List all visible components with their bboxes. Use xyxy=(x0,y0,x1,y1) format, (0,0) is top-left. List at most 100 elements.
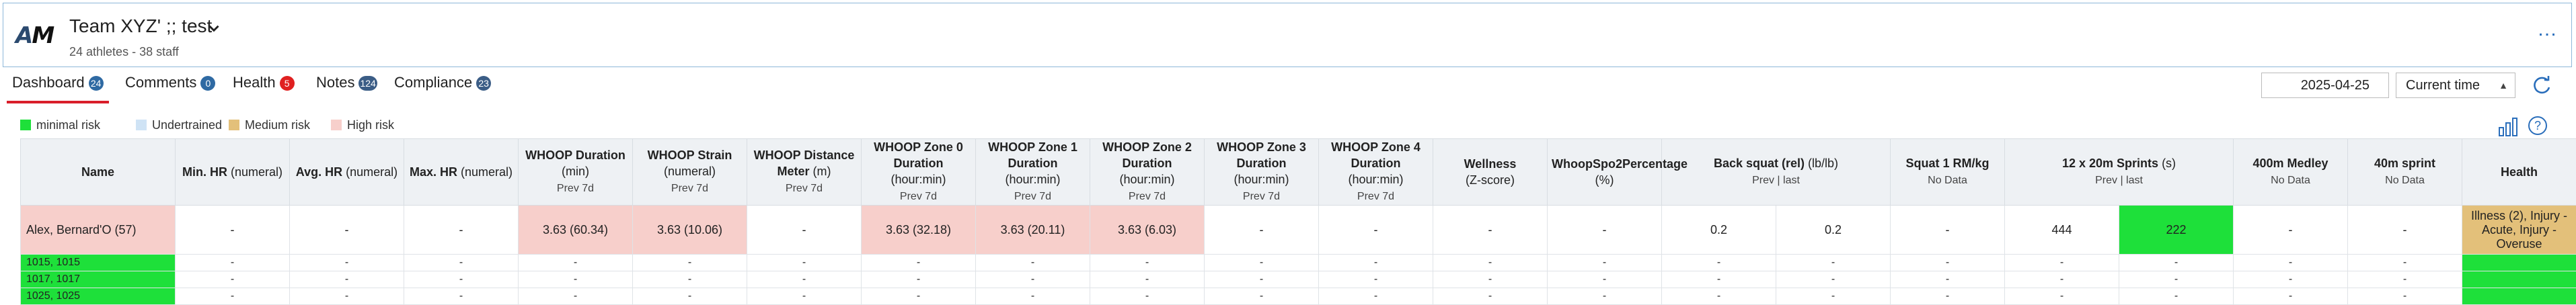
select-arrows-icon: ▲ xyxy=(2499,73,2508,97)
col-header-400m-medley[interactable]: 400m MedleyNo Data xyxy=(2234,139,2348,206)
col-header-squat-1rm[interactable]: Squat 1 RM/kgNo Data xyxy=(1891,139,2005,206)
col-header-name[interactable]: Name xyxy=(21,139,176,206)
table-row: 1025, 1025 - - - - - - - - - - - - - - -… xyxy=(21,288,2576,305)
athlete-name[interactable]: 1017, 1017 xyxy=(21,271,176,288)
table-cell: - xyxy=(404,206,519,255)
logo-letter-m: M xyxy=(32,22,53,49)
tab-compliance[interactable]: Compliance23 xyxy=(394,70,491,101)
table-cell: - xyxy=(404,271,519,288)
col-header-whoop-distance[interactable]: WHOOP Distance Meter (m)Prev 7d xyxy=(747,139,862,206)
team-subtitle: 24 athletes - 38 staff xyxy=(69,45,179,59)
bar-chart-icon[interactable] xyxy=(2497,116,2520,137)
tab-badge: 5 xyxy=(280,76,295,91)
team-title[interactable]: Team XYZ' ;; test xyxy=(69,15,212,37)
legend-swatch xyxy=(136,120,147,130)
col-header-whoop-spo2[interactable]: WhoopSpo2Percentage(%) xyxy=(1548,139,1662,206)
col-header-whoop-zone3[interactable]: WHOOP Zone 3 Duration (hour:min)Prev 7d xyxy=(1205,139,1319,206)
table-cell: - xyxy=(519,271,633,288)
col-header-whoop-strain[interactable]: WHOOP Strain(numeral)Prev 7d xyxy=(633,139,747,206)
more-options-icon[interactable]: … xyxy=(2537,18,2558,41)
table-cell: - xyxy=(2234,288,2348,305)
legend-label: High risk xyxy=(347,118,394,132)
table-cell: - xyxy=(747,271,862,288)
help-icon[interactable]: ? xyxy=(2528,116,2548,136)
col-header-whoop-zone1[interactable]: WHOOP Zone 1 Duration (hour:min)Prev 7d xyxy=(976,139,1090,206)
table-cell: - xyxy=(976,255,1090,271)
legend-item: High risk xyxy=(331,118,394,132)
legend-item: minimal risk xyxy=(20,118,100,132)
time-mode-select[interactable]: Current time ▲ xyxy=(2396,73,2515,98)
col-header-health[interactable]: Health xyxy=(2462,139,2576,206)
app-logo[interactable]: AM xyxy=(15,22,53,49)
table-cell: - xyxy=(2234,255,2348,271)
table-cell: - xyxy=(404,255,519,271)
table-cell: - xyxy=(2234,271,2348,288)
table-cell: - xyxy=(2005,255,2119,271)
table-cell: - xyxy=(1319,255,1433,271)
tab-health[interactable]: Health5 xyxy=(233,70,295,101)
col-header-40m-sprint[interactable]: 40m sprintNo Data xyxy=(2348,139,2462,206)
table-cell: 3.63 (20.11) xyxy=(976,206,1090,255)
time-mode-value: Current time xyxy=(2406,78,2480,93)
tab-label: Comments xyxy=(125,74,196,91)
table-cell: 0.2 xyxy=(1776,206,1891,255)
col-header-whoop-zone4[interactable]: WHOOP Zone 4 Duration (hour:min)Prev 7d xyxy=(1319,139,1433,206)
legend-label: minimal risk xyxy=(36,118,100,132)
table-cell: - xyxy=(633,271,747,288)
table-header-row: Name Min. HR (numeral) Avg. HR (numeral)… xyxy=(21,139,2576,206)
legend-label: Undertrained xyxy=(152,118,222,132)
table-cell: - xyxy=(404,288,519,305)
chevron-down-icon[interactable] xyxy=(206,21,221,36)
col-header-wellness[interactable]: Wellness(Z-score) xyxy=(1433,139,1548,206)
col-header-whoop-zone2[interactable]: WHOOP Zone 2 Duration (hour:min)Prev 7d xyxy=(1090,139,1205,206)
table-row: Alex, Bernard'O (57) - - - 3.63 (60.34) … xyxy=(21,206,2576,255)
legend-swatch xyxy=(229,120,239,130)
col-header-max-hr[interactable]: Max. HR (numeral) xyxy=(404,139,519,206)
table-cell: - xyxy=(2348,255,2462,271)
tab-label: Compliance xyxy=(394,74,472,91)
table-cell: - xyxy=(2119,255,2234,271)
health-cell[interactable] xyxy=(2462,271,2576,288)
table-cell: - xyxy=(1662,255,1776,271)
table-cell: - xyxy=(176,255,290,271)
table-cell: - xyxy=(290,271,404,288)
athlete-name[interactable]: 1025, 1025 xyxy=(21,288,176,305)
table-cell: - xyxy=(2234,206,2348,255)
refresh-icon[interactable] xyxy=(2530,74,2553,97)
table-cell: - xyxy=(2348,288,2462,305)
table-cell: - xyxy=(1776,255,1891,271)
tab-dashboard[interactable]: Dashboard24 xyxy=(7,70,109,103)
athlete-name[interactable]: 1015, 1015 xyxy=(21,255,176,271)
col-header-whoop-zone0[interactable]: WHOOP Zone 0 Duration (hour:min)Prev 7d xyxy=(862,139,976,206)
table-cell: - xyxy=(2348,206,2462,255)
health-cell[interactable]: Illness (2), Injury - Acute, Injury - Ov… xyxy=(2462,206,2576,255)
date-picker[interactable]: 2025-04-25 xyxy=(2261,73,2389,98)
table-cell: 3.63 (32.18) xyxy=(862,206,976,255)
table-cell: 3.63 (6.03) xyxy=(1090,206,1205,255)
athlete-name[interactable]: Alex, Bernard'O (57) xyxy=(21,206,176,255)
legend-swatch xyxy=(331,120,342,130)
table-cell: - xyxy=(1433,255,1548,271)
table-cell: - xyxy=(1548,288,1662,305)
health-cell[interactable] xyxy=(2462,255,2576,271)
col-header-whoop-duration[interactable]: WHOOP Duration(min)Prev 7d xyxy=(519,139,633,206)
table-cell: - xyxy=(747,288,862,305)
tab-comments[interactable]: Comments0 xyxy=(125,70,215,101)
health-cell[interactable] xyxy=(2462,288,2576,305)
col-header-min-hr[interactable]: Min. HR (numeral) xyxy=(176,139,290,206)
table-cell: - xyxy=(1548,271,1662,288)
tab-notes[interactable]: Notes124 xyxy=(316,70,377,101)
table-cell: - xyxy=(1319,271,1433,288)
table-cell: - xyxy=(1205,255,1319,271)
table-cell: - xyxy=(747,206,862,255)
tab-badge: 124 xyxy=(358,76,377,91)
table-cell: - xyxy=(2119,288,2234,305)
col-header-back-squat[interactable]: Back squat (rel) (lb/lb)Prev | last xyxy=(1662,139,1891,206)
table-cell: - xyxy=(290,288,404,305)
col-header-sprints[interactable]: 12 x 20m Sprints (s)Prev | last xyxy=(2005,139,2234,206)
table-cell: 222 xyxy=(2119,206,2234,255)
col-header-avg-hr[interactable]: Avg. HR (numeral) xyxy=(290,139,404,206)
table-cell: - xyxy=(1433,288,1548,305)
table-cell: - xyxy=(1090,255,1205,271)
table-cell: - xyxy=(1433,271,1548,288)
